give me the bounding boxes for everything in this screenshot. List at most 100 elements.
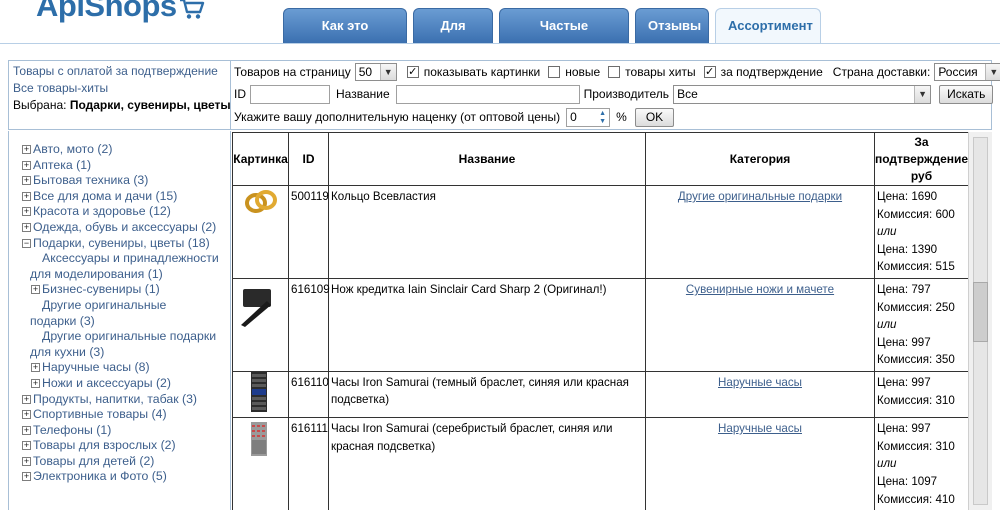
watch-silver-image[interactable] [247,422,288,461]
expand-icon[interactable]: + [31,378,40,388]
category-item[interactable]: + Электроника и Фото (5) [9,469,230,485]
category-item[interactable]: + Товары для взрослых (2) [9,438,230,454]
arrow-up-icon[interactable]: ▲ [597,110,608,118]
markup-stepper[interactable]: 0 ▲ ▼ [566,107,611,127]
table-row[interactable]: 616111 Часы Iron Samurai (серебристый бра… [232,417,968,510]
per-page-select[interactable]: 50 ▼ [354,63,397,81]
expand-icon[interactable]: + [22,191,31,201]
category-label[interactable]: Другие оригинальные подарки [42,329,216,345]
scrollbar-thumb[interactable] [973,282,988,342]
category-item[interactable]: подарки (3) [9,314,230,330]
category-label[interactable]: Товары для взрослых (2) [33,438,176,454]
category-label[interactable]: Красота и здоровье (12) [33,204,171,220]
table-scrollbar[interactable] [968,132,992,510]
category-item[interactable]: + Авто, мото (2) [9,142,230,158]
product-image-cell[interactable] [232,185,289,279]
category-item[interactable]: + Наручные часы (8) [9,360,230,376]
ok-button[interactable]: OK [634,107,675,127]
tab-reviews[interactable]: Отзывы [635,8,709,43]
product-image-cell[interactable] [232,370,289,419]
maker-select[interactable]: Все ▼ [673,84,932,104]
expand-icon[interactable]: + [22,222,31,232]
expand-icon[interactable]: + [22,160,31,170]
product-image-cell[interactable] [232,417,289,510]
category-item[interactable]: Аксессуары и принадлежности [9,251,230,267]
arrow-down-icon[interactable]: ▼ [597,118,608,126]
category-item[interactable]: для моделирования (1) [9,267,230,283]
hits-checkbox[interactable] [608,66,621,78]
category-label[interactable]: Продукты, напитки, табак (3) [33,392,197,408]
expand-icon[interactable]: + [31,363,40,373]
expand-icon[interactable]: + [22,472,31,482]
tab-how-it-works[interactable]: Как это работает [283,8,407,66]
table-row[interactable]: 616110 Часы Iron Samurai (темный браслет,… [232,370,968,419]
product-category-link[interactable]: Другие оригинальные подарки [678,190,842,203]
category-item[interactable]: + Спортивные товары (4) [9,407,230,423]
search-button[interactable]: Искать [939,84,994,104]
category-item[interactable]: + Товары для детей (2) [9,454,230,470]
category-label[interactable]: Все для дома и дачи (15) [33,189,177,205]
country-select[interactable]: Россия ▼ [934,63,1000,81]
collapse-icon[interactable]: − [22,238,31,248]
new-checkbox[interactable] [548,66,561,78]
tab-for-whom[interactable]: Для кого [413,8,493,66]
expand-icon[interactable]: + [22,456,31,466]
category-label[interactable]: Телефоны (1) [33,423,111,439]
id-input[interactable] [250,84,330,104]
category-label[interactable]: Подарки, сувениры, цветы (18) [33,236,210,252]
category-label[interactable]: Электроника и Фото (5) [33,469,167,485]
rings-image[interactable] [241,186,288,221]
category-label[interactable]: Другие оригинальные [42,298,166,314]
table-row[interactable]: 500119 Кольцо Всевластия Другие оригинальн… [232,185,968,279]
product-category-link[interactable]: Наручные часы [718,376,802,389]
category-item[interactable]: + Аптека (1) [9,158,230,174]
category-label[interactable]: Одежда, обувь и аксессуары (2) [33,220,216,236]
category-label[interactable]: Наручные часы (8) [42,360,150,376]
expand-icon[interactable]: + [22,394,31,404]
category-item[interactable]: + Все для дома и дачи (15) [9,189,230,205]
category-item[interactable]: + Телефоны (1) [9,423,230,439]
show-images-checkbox[interactable]: ✓ [406,66,419,78]
category-label[interactable]: для моделирования (1) [30,267,163,283]
category-item[interactable]: для кухни (3) [9,345,230,361]
category-item[interactable]: − Подарки, сувениры, цветы (18) [9,236,230,252]
expand-icon[interactable]: + [22,145,31,154]
name-input[interactable] [395,84,580,104]
logo[interactable]: ApiShops [36,0,205,24]
watch-dark-image[interactable] [247,371,288,417]
expand-icon[interactable]: + [22,425,31,435]
category-label[interactable]: Бизнес-сувениры (1) [42,282,160,298]
category-item[interactable]: + Бизнес-сувениры (1) [9,282,230,298]
tab-assortment[interactable]: Ассортимент [715,8,821,44]
expand-icon[interactable]: + [22,207,31,217]
category-item[interactable]: + Красота и здоровье (12) [9,204,230,220]
table-row[interactable]: 616109 Нож кредитка Iain Sinclair Card Sh… [232,277,968,372]
expand-icon[interactable]: + [31,285,40,295]
category-label[interactable]: Аптека (1) [33,158,91,174]
tab-faq[interactable]: Частые вопросы [499,8,629,66]
product-category-link[interactable]: Сувенирные ножи и мачете [686,283,834,296]
product-image-cell[interactable] [232,277,289,372]
expand-icon[interactable]: + [22,410,31,420]
category-label[interactable]: для кухни (3) [30,345,104,361]
category-item[interactable]: + Одежда, обувь и аксессуары (2) [9,220,230,236]
category-label[interactable]: Авто, мото (2) [33,142,112,158]
category-label[interactable]: Спортивные товары (4) [33,407,167,423]
category-item[interactable]: + Продукты, напитки, табак (3) [9,392,230,408]
category-label[interactable]: Бытовая техника (3) [33,173,148,189]
category-label[interactable]: Товары для детей (2) [33,454,154,470]
product-category-link[interactable]: Наручные часы [718,422,802,435]
category-item[interactable]: Другие оригинальные подарки [9,329,230,345]
confirm-payment-link[interactable]: Товары с оплатой за подтверждение [13,64,218,78]
category-item[interactable]: + Бытовая техника (3) [9,173,230,189]
all-hits-link[interactable]: Все товары-хиты [13,81,108,95]
category-label[interactable]: подарки (3) [30,314,95,330]
expand-icon[interactable]: + [22,176,31,186]
category-item[interactable]: Другие оригинальные [9,298,230,314]
expand-icon[interactable]: + [22,441,31,451]
knife-card-image[interactable] [237,285,288,332]
confirm-checkbox[interactable]: ✓ [703,66,716,78]
category-label[interactable]: Аксессуары и принадлежности [42,251,219,267]
category-label[interactable]: Ножи и аксессуары (2) [42,376,171,392]
category-item[interactable]: + Ножи и аксессуары (2) [9,376,230,392]
